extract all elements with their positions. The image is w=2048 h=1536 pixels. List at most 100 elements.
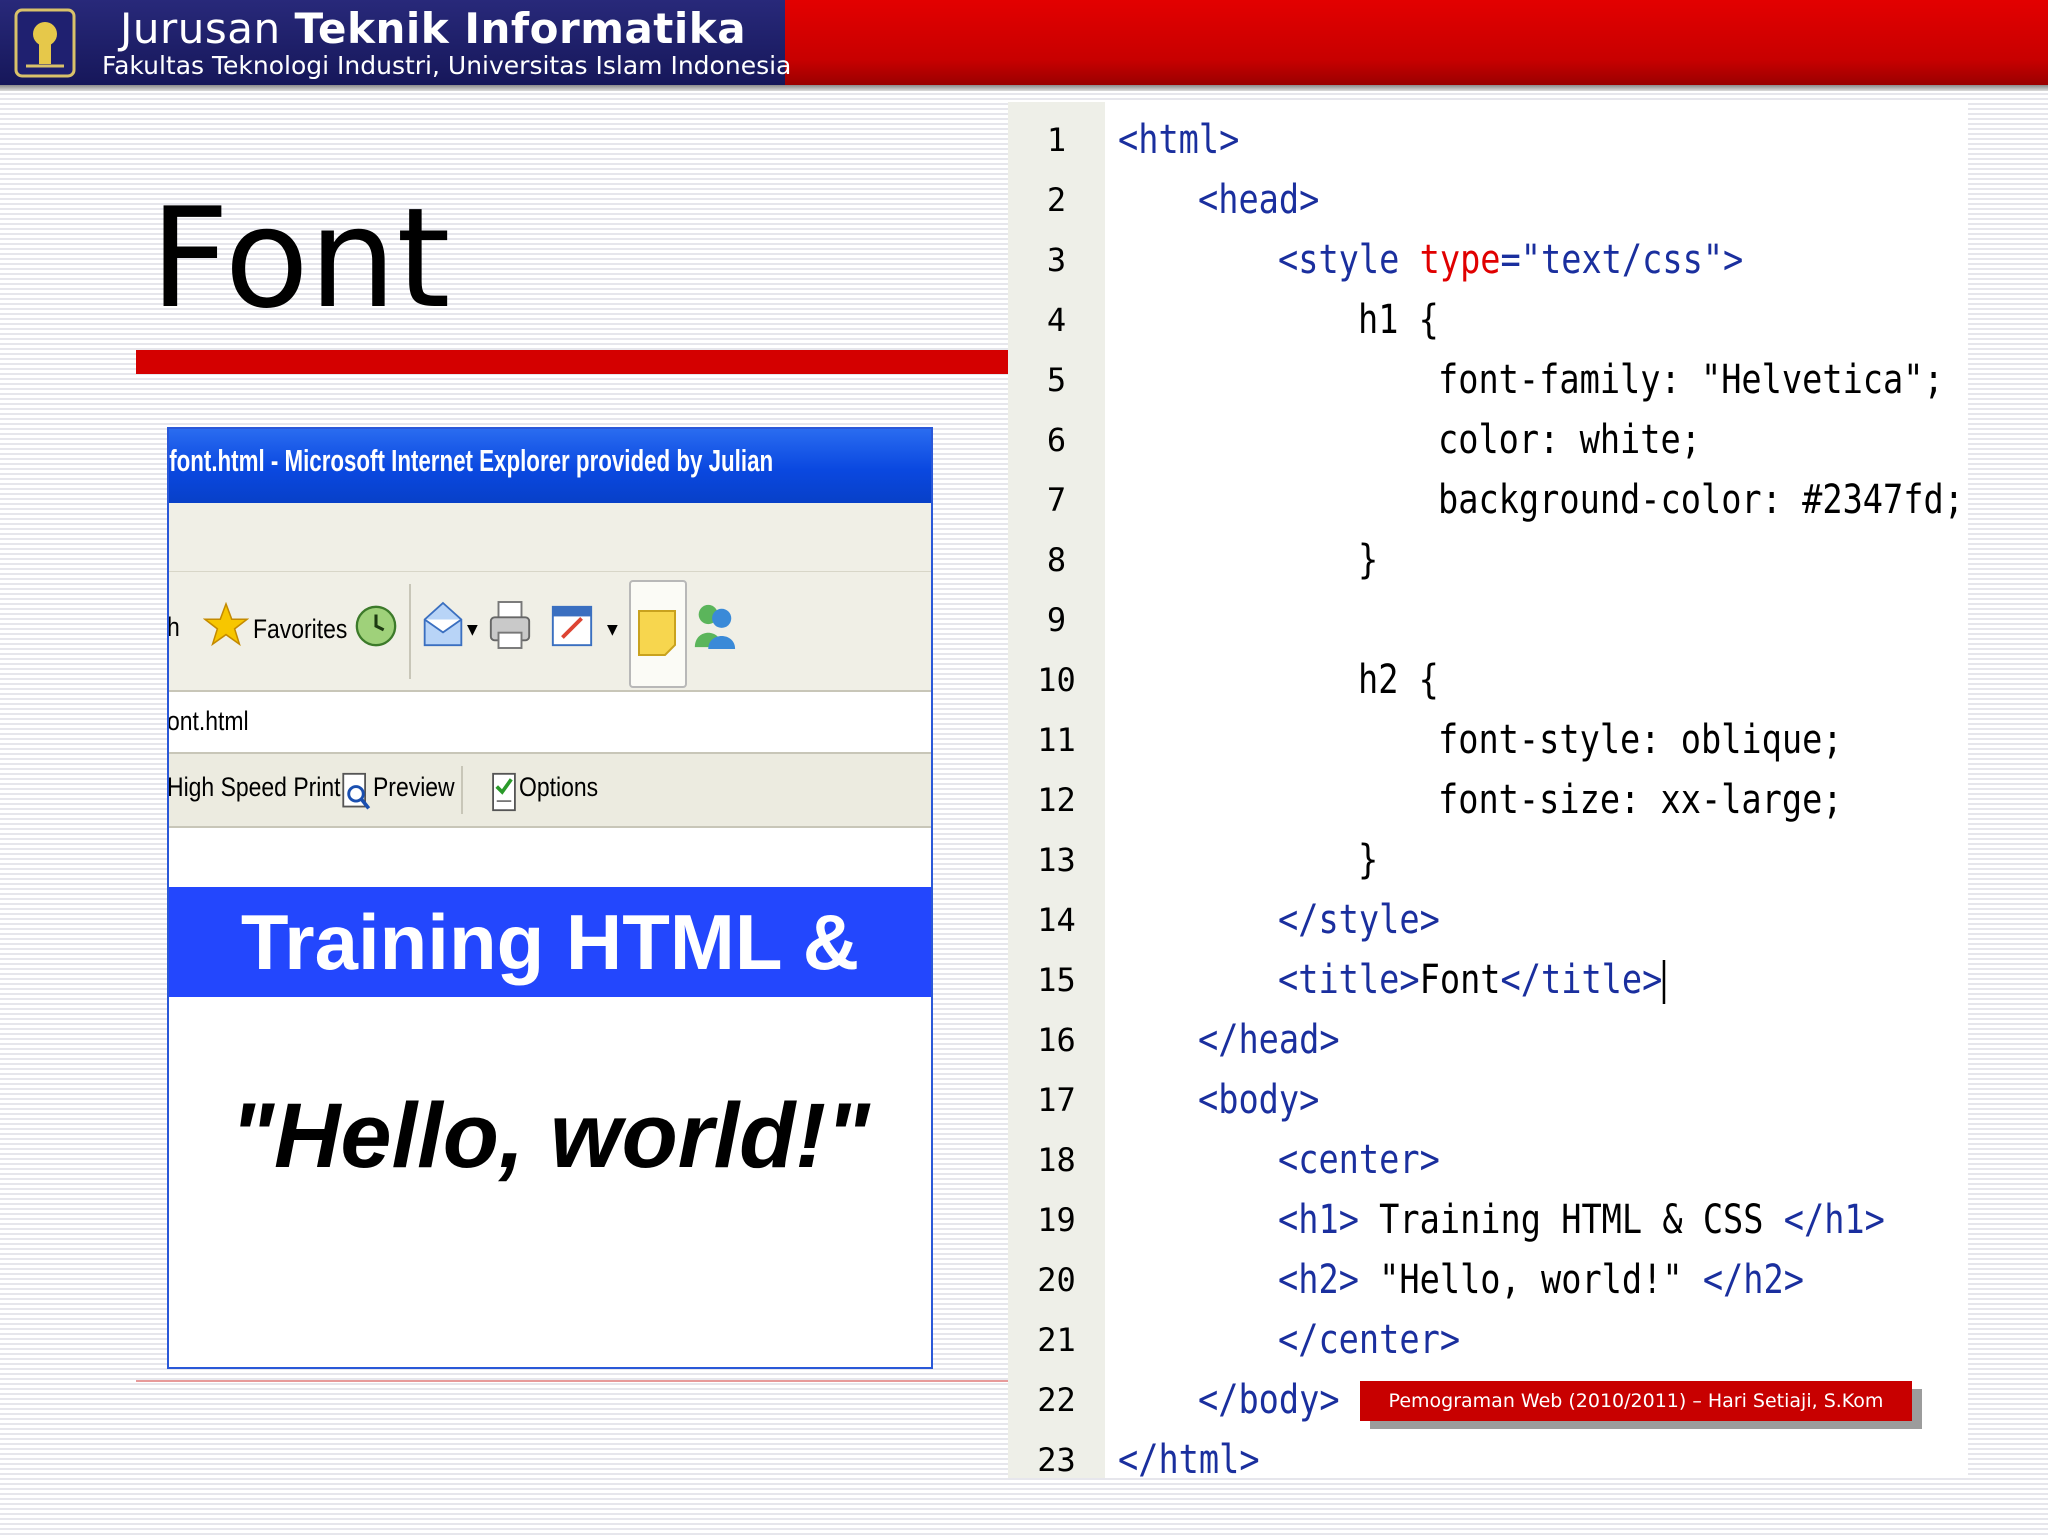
code-line: 15 <title>Font</title> (1008, 950, 1968, 1010)
footer-banner: Pemograman Web (2010/2011) – Hari Setiaj… (1360, 1381, 1912, 1421)
line-number: 9 (1046, 601, 1067, 639)
line-number: 4 (1046, 301, 1067, 339)
code-line: 10 h2 { (1008, 650, 1968, 710)
code-text: <body> (1198, 1077, 1320, 1123)
line-number: 2 (1046, 181, 1067, 219)
links-separator (461, 766, 463, 814)
code-text: font-family: "Helvetica"; (1438, 357, 1944, 403)
code-text: color: white; (1438, 417, 1701, 463)
code-text: <title>Font</title> (1278, 950, 1665, 1010)
favorites-button[interactable]: Favorites (253, 614, 347, 645)
department-name-light: Jurusan (120, 4, 295, 53)
preview-magnifier-icon[interactable] (341, 772, 371, 812)
code-line: 2 <head> (1008, 170, 1968, 230)
code-text: h2 { (1358, 657, 1439, 703)
options-checklist-icon[interactable] (491, 772, 517, 812)
favorites-star-icon[interactable] (203, 602, 249, 648)
code-line: 8} (1008, 530, 1968, 590)
bottom-divider (136, 1380, 1008, 1382)
code-text: } (1358, 537, 1379, 583)
ie-links-bar: High Speed Print Preview Options (169, 754, 931, 828)
university-logo-icon (14, 8, 76, 78)
code-line: 5 font-family: "Helvetica"; (1008, 350, 1968, 410)
line-number: 1 (1046, 121, 1067, 159)
code-line: 19 <h1> Training HTML & CSS </h1> (1008, 1190, 1968, 1250)
slide-title: Font (150, 178, 451, 339)
line-number: 5 (1046, 361, 1067, 399)
title-underline (136, 350, 1008, 374)
rendered-h2: "Hello, world!" (230, 1085, 870, 1187)
footer-text: Pemograman Web (2010/2011) – Hari Setiaj… (1388, 1390, 1884, 1412)
line-number: 13 (1037, 841, 1076, 879)
note-icon (638, 610, 676, 656)
mail-dropdown-arrow-icon[interactable]: ▼ (467, 622, 478, 638)
code-line: 11 font-style: oblique; (1008, 710, 1968, 770)
line-number: 3 (1046, 241, 1067, 279)
code-text: <head> (1198, 177, 1320, 223)
code-line: 20 <h2> "Hello, world!" </h2> (1008, 1250, 1968, 1310)
line-number: 23 (1037, 1441, 1076, 1479)
code-line: 18 <center> (1008, 1130, 1968, 1190)
code-text: </body> (1198, 1377, 1340, 1423)
code-text: <center> (1278, 1137, 1440, 1183)
ie-window-title: .font.html - Microsoft Internet Explorer… (167, 443, 774, 478)
ie-address-bar[interactable]: ont.html (169, 692, 931, 754)
code-text: <h1> Training HTML & CSS </h1> (1278, 1197, 1885, 1243)
text-cursor (1662, 960, 1665, 1004)
line-number: 8 (1046, 541, 1067, 579)
department-name: Jurusan Teknik Informatika (120, 4, 746, 53)
brand-block: Jurusan Teknik Informatika Fakultas Tekn… (0, 0, 791, 85)
code-text: </head> (1198, 1017, 1340, 1063)
browser-screenshot: .font.html - Microsoft Internet Explorer… (167, 427, 933, 1369)
code-text: </style> (1278, 897, 1440, 943)
line-number: 7 (1046, 481, 1067, 519)
rendered-h1-band: Training HTML & CSS (169, 887, 931, 1096)
code-line: 16 </head> (1008, 1010, 1968, 1070)
code-line: 1 <html> (1008, 110, 1968, 170)
options-button[interactable]: Options (519, 772, 598, 803)
faculty-name: Fakultas Teknologi Industri, Universitas… (102, 51, 792, 80)
line-number: 22 (1037, 1381, 1076, 1419)
line-number: 18 (1037, 1141, 1076, 1179)
code-text: </center> (1278, 1317, 1461, 1363)
ie-toolbar: h Favorites ▼ ▼ (169, 572, 931, 692)
header-shadow (0, 85, 2048, 91)
code-text: background-color: #2347fd; (1438, 477, 1964, 523)
ie-menu-bar (169, 503, 931, 572)
print-icon[interactable] (487, 598, 533, 652)
code-line: 13} (1008, 830, 1968, 890)
high-speed-print-button[interactable]: High Speed Print (169, 772, 341, 803)
edit-dropdown-arrow-icon[interactable]: ▼ (607, 622, 618, 638)
code-line: 17 <body> (1008, 1070, 1968, 1130)
search-button-partial[interactable]: h (169, 612, 180, 643)
history-icon[interactable] (353, 602, 399, 650)
preview-button[interactable]: Preview (373, 772, 455, 803)
line-number: 10 (1037, 661, 1076, 699)
code-line: 9 (1008, 590, 1968, 650)
code-line: 3 <style type="text/css"> (1008, 230, 1968, 290)
line-number: 6 (1046, 421, 1067, 459)
code-text: h1 { (1358, 297, 1439, 343)
line-number: 19 (1037, 1201, 1076, 1239)
code-text: </html> (1118, 1437, 1260, 1483)
line-number: 17 (1037, 1081, 1076, 1119)
line-number: 14 (1037, 901, 1076, 939)
code-line: 23 </html> (1008, 1430, 1968, 1490)
line-number: 16 (1037, 1021, 1076, 1059)
ie-title-bar: .font.html - Microsoft Internet Explorer… (169, 429, 931, 503)
messenger-icon[interactable] (691, 600, 737, 652)
edit-icon[interactable] (549, 602, 595, 650)
line-number: 21 (1037, 1321, 1076, 1359)
mail-icon[interactable] (421, 600, 465, 650)
address-field[interactable]: ont.html (169, 706, 249, 737)
code-text: font-size: xx-large; (1438, 777, 1843, 823)
code-text: } (1358, 837, 1379, 883)
note-button[interactable] (629, 580, 687, 688)
code-text: <h2> "Hello, world!" </h2> (1278, 1257, 1804, 1303)
code-line: 6 color: white; (1008, 410, 1968, 470)
code-line: 12 font-size: xx-large; (1008, 770, 1968, 830)
code-line: 7 background-color: #2347fd; (1008, 470, 1968, 530)
line-number: 12 (1037, 781, 1076, 819)
line-number: 11 (1037, 721, 1076, 759)
code-line: 21 </center> (1008, 1310, 1968, 1370)
